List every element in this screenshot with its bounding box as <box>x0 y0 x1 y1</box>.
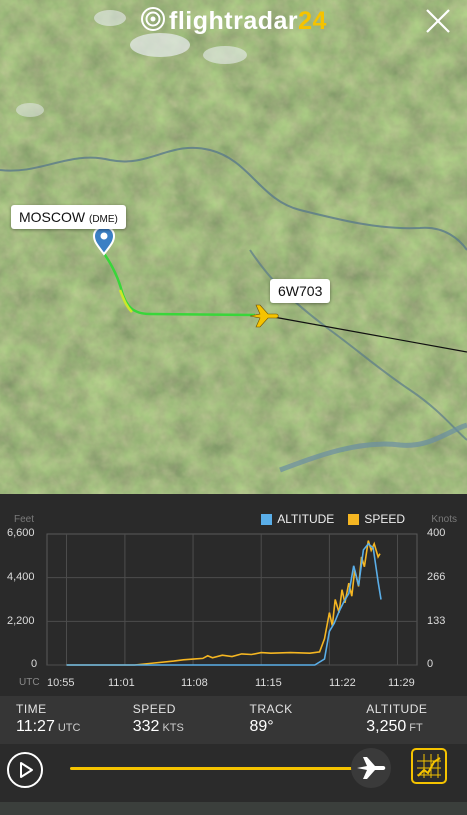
y-right-tick: 133 <box>427 615 446 627</box>
stat-title: ALTITUDE <box>366 702 428 716</box>
legend-speed-label: SPEED <box>364 512 405 526</box>
radar-icon <box>141 7 166 31</box>
playback-slider[interactable] <box>70 767 372 770</box>
legend-altitude-label: ALTITUDE <box>277 512 335 526</box>
close-icon[interactable] <box>423 6 453 36</box>
x-tick: 11:29 <box>388 677 415 689</box>
speed-series-line <box>66 540 381 666</box>
stat-value: 89° <box>249 718 274 735</box>
altitude-series-line <box>66 542 382 666</box>
right-axis-label: Knots <box>431 514 457 525</box>
x-tick: 11:08 <box>181 677 208 689</box>
speed-swatch <box>348 513 360 525</box>
flight-number: 6W703 <box>278 283 323 299</box>
plot-frame <box>46 533 418 666</box>
playback-bar <box>0 744 467 802</box>
stat-time: TIME 11:27 UTC <box>0 696 117 744</box>
playback-handle[interactable] <box>351 748 391 788</box>
brand-main: flightradar <box>169 7 299 35</box>
play-icon <box>20 762 33 778</box>
origin-airport-label[interactable]: MOSCOW (DME) <box>11 205 126 229</box>
chart-legend: ALTITUDE SPEED <box>261 512 405 526</box>
x-tick: 10:55 <box>47 677 75 689</box>
stat-unit: KTS <box>162 722 184 734</box>
stat-unit: FT <box>409 722 423 734</box>
flightradar24-logo: flightradar24 <box>0 6 467 36</box>
y-right-tick: 0 <box>427 658 434 670</box>
chart-icon <box>417 754 441 778</box>
stat-title: TRACK <box>249 702 293 716</box>
airplane-icon <box>357 757 386 779</box>
x-tick: 11:22 <box>329 677 356 689</box>
legend-altitude[interactable]: ALTITUDE <box>261 512 334 526</box>
left-axis-label: Feet <box>14 514 35 525</box>
x-tick: 11:01 <box>108 677 135 689</box>
origin-city: MOSCOW <box>19 209 86 225</box>
graph-toggle-button[interactable] <box>411 748 447 784</box>
y-right-tick: 266 <box>427 571 446 583</box>
flight-stats-bar: TIME 11:27 UTC SPEED 332 KTS TRACK 89° ALT… <box>0 696 467 744</box>
legend-speed[interactable]: SPEED <box>348 512 405 526</box>
altitude-swatch <box>261 513 273 525</box>
y-right-tick: 400 <box>427 527 446 539</box>
stat-value: 332 <box>132 718 160 735</box>
stat-unit: UTC <box>57 722 81 734</box>
utc-label: UTC <box>19 677 40 688</box>
map-view[interactable]: flightradar24 MOSCOW (DME) 6W703 <box>0 0 467 494</box>
y-left-tick: 0 <box>31 658 38 670</box>
stat-track: TRACK 89° <box>234 696 351 744</box>
stat-altitude: ALTITUDE 3,250 FT <box>350 696 467 744</box>
stat-title: TIME <box>16 702 47 716</box>
stat-value: 11:27 <box>16 718 55 735</box>
play-button[interactable] <box>7 752 43 788</box>
stat-title: SPEED <box>132 702 176 716</box>
altitude-speed-chart[interactable]: Feet Knots ALTITUDE SPEED 6,600 4,400 2,… <box>0 494 467 696</box>
satellite-map <box>0 0 467 494</box>
stat-value: 3,250 <box>366 718 407 735</box>
bottom-bar <box>0 802 467 815</box>
y-left-tick: 4,400 <box>7 571 35 583</box>
y-left-tick: 2,200 <box>7 615 35 627</box>
origin-code: (DME) <box>89 214 118 225</box>
y-left-tick: 6,600 <box>7 527 35 539</box>
x-tick: 11:15 <box>255 677 282 689</box>
stat-speed: SPEED 332 KTS <box>117 696 234 744</box>
brand-number: 24 <box>298 7 327 35</box>
flight-callsign-label[interactable]: 6W703 <box>270 279 331 303</box>
